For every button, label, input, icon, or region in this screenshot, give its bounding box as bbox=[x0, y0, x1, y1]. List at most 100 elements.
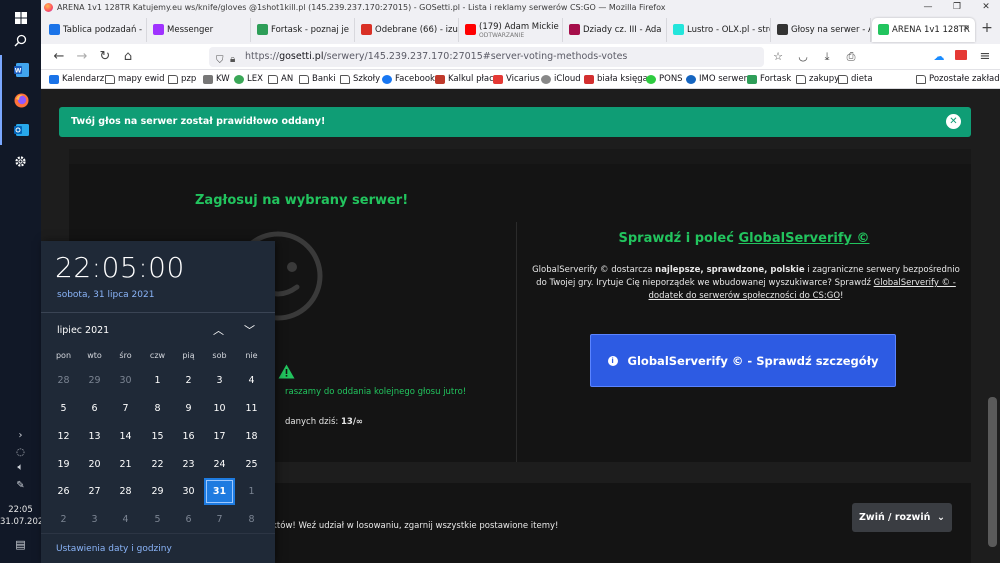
menu-hamburger-icon[interactable]: ≡ bbox=[975, 48, 995, 66]
calendar-day[interactable]: 12 bbox=[48, 423, 79, 450]
calendar-day[interactable]: 19 bbox=[48, 451, 79, 478]
date-time-settings-link[interactable]: Ustawienia daty i godziny bbox=[56, 544, 172, 554]
calendar-day[interactable]: 29 bbox=[79, 367, 110, 394]
bookmark-fortask[interactable]: Fortask bbox=[747, 72, 791, 87]
bookmark-biala-ksiega[interactable]: biała księga bbox=[584, 72, 648, 87]
calendar-day[interactable]: 11 bbox=[236, 395, 267, 422]
download-icon[interactable]: ⤓ bbox=[817, 48, 837, 66]
bookmark-banki[interactable]: Banki bbox=[299, 72, 336, 87]
word-icon[interactable]: W bbox=[0, 55, 41, 85]
print-icon[interactable]: ⎙ bbox=[841, 48, 861, 66]
network-icon[interactable]: ◌ bbox=[0, 447, 41, 458]
notifications-icon[interactable]: ▤ bbox=[0, 538, 41, 551]
calendar-day[interactable]: 3 bbox=[79, 506, 110, 533]
calendar-day[interactable]: 7 bbox=[204, 506, 235, 533]
calendar-day[interactable]: 15 bbox=[142, 423, 173, 450]
bookmark-other[interactable]: Pozostałe zakładki bbox=[916, 72, 1000, 87]
minimize-icon[interactable]: — bbox=[914, 0, 942, 15]
calendar-day[interactable]: 9 bbox=[173, 395, 204, 422]
close-icon[interactable]: ✕ bbox=[946, 114, 961, 129]
calendar-day[interactable]: 26 bbox=[48, 478, 79, 505]
firefox-icon[interactable] bbox=[0, 85, 41, 115]
collapse-expand-button[interactable]: Zwiń / rozwiń ⌄ bbox=[852, 503, 952, 532]
tab-youtube[interactable]: (179) Adam Mickie ODTWARZANIE bbox=[459, 18, 563, 42]
chevron-up-icon[interactable]: ︿ bbox=[213, 322, 224, 338]
calendar-day[interactable]: 10 bbox=[204, 395, 235, 422]
bookmark-pons[interactable]: PONS bbox=[646, 72, 683, 87]
flyout-date[interactable]: sobota, 31 lipca 2021 bbox=[57, 290, 154, 300]
search-icon[interactable] bbox=[0, 25, 41, 55]
forward-arrow-icon[interactable]: → bbox=[72, 48, 92, 66]
calendar-day[interactable]: 13 bbox=[79, 423, 110, 450]
tab-arena-active[interactable]: ARENA 1v1 128TR ✕ bbox=[872, 18, 975, 42]
calendar-day[interactable]: 3 bbox=[204, 367, 235, 394]
tab-messenger[interactable]: Messenger bbox=[147, 18, 251, 42]
pocket-icon[interactable]: ◡ bbox=[793, 48, 813, 66]
bookmark-kw[interactable]: KW bbox=[203, 72, 230, 87]
calendar-day[interactable]: 30 bbox=[110, 367, 141, 394]
calendar-day[interactable]: 6 bbox=[173, 506, 204, 533]
bookmark-zakupy[interactable]: zakupy bbox=[796, 72, 839, 87]
calendar-day[interactable]: 18 bbox=[236, 423, 267, 450]
taskbar-clock[interactable]: 22:05 31.07.2021 bbox=[0, 504, 49, 528]
page-scrollbar[interactable] bbox=[988, 397, 997, 547]
calendar-day[interactable]: 25 bbox=[236, 451, 267, 478]
tab-olx[interactable]: Lustro - OLX.pl - stro bbox=[667, 18, 771, 42]
calendar-day[interactable]: 31 bbox=[204, 478, 235, 505]
calendar-day[interactable]: 21 bbox=[110, 451, 141, 478]
reload-icon[interactable]: ↻ bbox=[95, 48, 115, 66]
calendar-day[interactable]: 4 bbox=[236, 367, 267, 394]
calendar-day[interactable]: 14 bbox=[110, 423, 141, 450]
calendar-day[interactable]: 5 bbox=[48, 395, 79, 422]
new-tab-button[interactable]: + bbox=[977, 19, 997, 37]
calendar-day[interactable]: 2 bbox=[173, 367, 204, 394]
calendar-day[interactable]: 17 bbox=[204, 423, 235, 450]
pen-icon[interactable]: ✎ bbox=[0, 480, 41, 491]
calendar-day[interactable]: 1 bbox=[142, 367, 173, 394]
globalserverify-details-button[interactable]: i GlobalServerify © - Sprawdź szczegóły bbox=[590, 334, 896, 387]
star-bookmark-icon[interactable]: ☆ bbox=[768, 48, 788, 66]
bookmark-an[interactable]: AN bbox=[268, 72, 293, 87]
bookmark-dieta[interactable]: dieta bbox=[838, 72, 873, 87]
close-tab-icon[interactable]: ✕ bbox=[962, 24, 970, 34]
volume-icon[interactable]: 🔈︎ bbox=[0, 462, 41, 473]
calendar-day[interactable]: 28 bbox=[110, 478, 141, 505]
settings-gear-icon[interactable] bbox=[0, 146, 41, 176]
bookmark-icloud[interactable]: iCloud bbox=[541, 72, 581, 87]
bookmark-lex[interactable]: LEX bbox=[234, 72, 263, 87]
maximize-icon[interactable]: ❐ bbox=[943, 0, 971, 15]
calendar-day[interactable]: 8 bbox=[236, 506, 267, 533]
close-window-icon[interactable]: ✕ bbox=[972, 0, 1000, 15]
bookmark-facebook[interactable]: Facebook bbox=[382, 72, 435, 87]
calendar-day[interactable]: 27 bbox=[79, 478, 110, 505]
chevron-up-icon[interactable]: › bbox=[0, 430, 41, 441]
outlook-icon[interactable] bbox=[0, 115, 41, 145]
url-bar[interactable]: ⛉ 🔒︎ https://gosetti.pl/serwery/145.239.… bbox=[209, 47, 764, 67]
calendar-day[interactable]: 22 bbox=[142, 451, 173, 478]
bookmark-kalkul-plac[interactable]: Kalkul płac bbox=[435, 72, 494, 87]
onedrive-icon[interactable]: ☁ bbox=[929, 48, 949, 66]
calendar-day[interactable]: 8 bbox=[142, 395, 173, 422]
calendar-day[interactable]: 4 bbox=[110, 506, 141, 533]
bookmark-mapy-ewid[interactable]: mapy ewid bbox=[105, 72, 165, 87]
bookmark-pzp[interactable]: pzp bbox=[168, 72, 196, 87]
calendar-day[interactable]: 30 bbox=[173, 478, 204, 505]
calendar-day[interactable]: 2 bbox=[48, 506, 79, 533]
home-icon[interactable]: ⌂ bbox=[118, 48, 138, 66]
calendar-day[interactable]: 24 bbox=[204, 451, 235, 478]
bookmark-szkoly[interactable]: Szkoły bbox=[340, 72, 380, 87]
calendar-day[interactable]: 20 bbox=[79, 451, 110, 478]
extension-icon[interactable] bbox=[951, 48, 971, 66]
calendar-day[interactable]: 23 bbox=[173, 451, 204, 478]
calendar-day[interactable]: 16 bbox=[173, 423, 204, 450]
tab-odebrane[interactable]: Odebrane (66) - izu bbox=[355, 18, 459, 42]
calendar-day[interactable]: 1 bbox=[236, 478, 267, 505]
tab-dziady[interactable]: Dziady cz. III - Ada bbox=[563, 18, 667, 42]
calendar-day[interactable]: 28 bbox=[48, 367, 79, 394]
shield-icon[interactable]: ⛉ bbox=[216, 51, 224, 67]
lock-icon[interactable]: 🔒︎ bbox=[230, 50, 235, 67]
tab-fortask[interactable]: Fortask - poznaj je bbox=[251, 18, 355, 42]
calendar-day[interactable]: 7 bbox=[110, 395, 141, 422]
bookmark-kalendarz[interactable]: Kalendarz bbox=[49, 72, 104, 87]
back-arrow-icon[interactable]: ← bbox=[49, 48, 69, 66]
